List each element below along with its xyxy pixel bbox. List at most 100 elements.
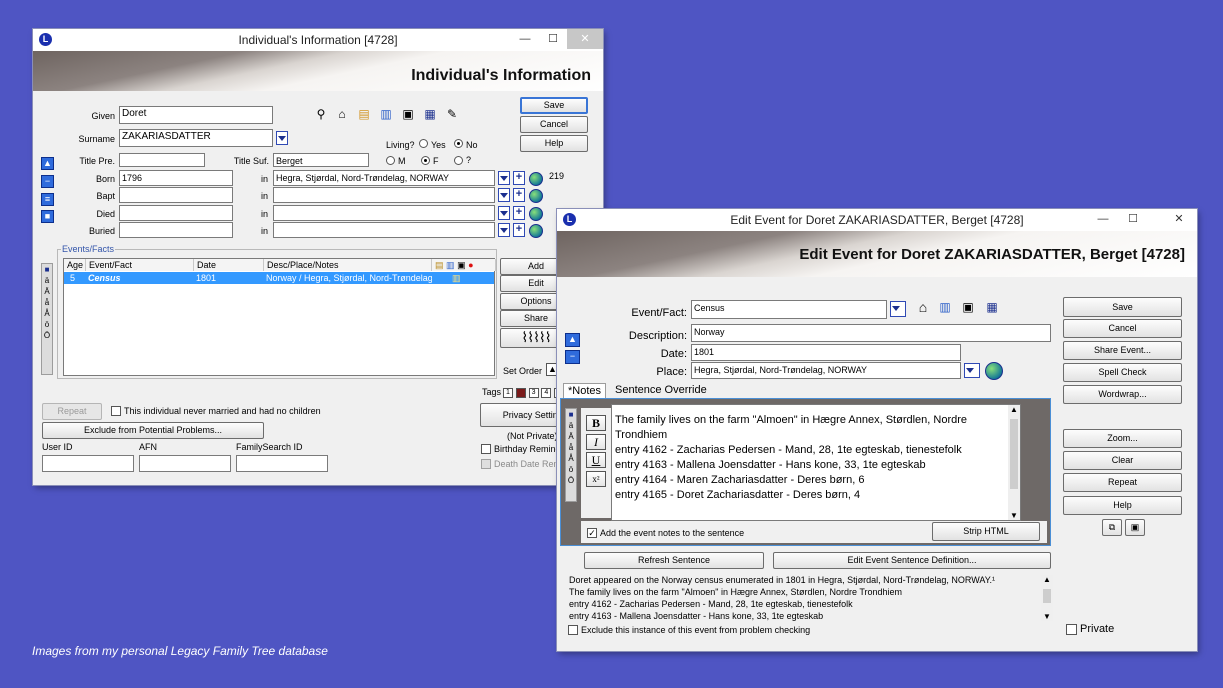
buried-globe-icon[interactable] — [529, 224, 543, 238]
familysearch-input[interactable] — [236, 455, 328, 472]
list-icon[interactable]: ≡ — [41, 193, 54, 206]
notes-textarea[interactable]: The family lives on the farm "Almoen" in… — [611, 404, 1021, 521]
born-globe-icon[interactable] — [529, 172, 543, 186]
zoom-button[interactable]: Zoom... — [1063, 429, 1182, 448]
died-add-icon[interactable]: + — [513, 206, 525, 220]
alpha-char[interactable]: ö — [42, 319, 52, 330]
photo-icon[interactable]: ▣ — [401, 107, 415, 121]
exclude-event-checkbox[interactable] — [568, 625, 578, 635]
stop-icon[interactable]: ■ — [41, 210, 54, 223]
born-place-dropdown[interactable] — [498, 171, 510, 185]
scroll-down-icon[interactable]: ▼ — [1008, 511, 1020, 520]
user-id-input[interactable] — [42, 455, 134, 472]
place-dropdown[interactable] — [964, 363, 980, 378]
buried-date-input[interactable] — [119, 222, 233, 238]
house-icon[interactable]: ⌂ — [335, 107, 349, 121]
private-checkbox[interactable] — [1066, 624, 1077, 635]
description-input[interactable]: Norway — [691, 324, 1051, 342]
born-add-icon[interactable]: + — [513, 171, 525, 185]
tag-1[interactable]: 1 — [503, 388, 513, 398]
bapt-add-icon[interactable]: + — [513, 188, 525, 202]
tag-3[interactable]: 3 — [528, 388, 539, 398]
alpha-char[interactable]: å — [566, 442, 576, 453]
place-globe-icon[interactable] — [985, 362, 1003, 380]
column-header-desc[interactable]: Desc/Place/Notes — [264, 259, 432, 271]
tag-4[interactable]: 4 — [541, 388, 552, 398]
died-place-input[interactable] — [273, 205, 495, 221]
scroll-down-icon[interactable]: ▼ — [1041, 612, 1053, 621]
column-header-event[interactable]: Event/Fact — [86, 259, 194, 271]
clear-button[interactable]: Clear — [1063, 451, 1182, 470]
repeat-button[interactable]: Repeat — [1063, 473, 1182, 492]
tab-notes[interactable]: *Notes — [563, 383, 607, 398]
sentence-scrollbar[interactable]: ▲ ▼ — [1041, 575, 1053, 621]
house-icon[interactable]: ⌂ — [916, 300, 930, 314]
given-input[interactable]: Doret — [119, 106, 273, 124]
close-icon[interactable]: ✕ — [1161, 209, 1197, 229]
maximize-icon[interactable]: ☐ — [1119, 209, 1147, 229]
move-up-icon[interactable]: ▲ — [41, 157, 54, 170]
save-button[interactable]: Save — [1063, 297, 1182, 317]
tab-sentence-override[interactable]: Sentence Override — [611, 383, 711, 398]
books-icon[interactable]: ▥ — [938, 300, 952, 314]
wordwrap-button[interactable]: Wordwrap... — [1063, 385, 1182, 404]
alpha-char[interactable]: Ö — [566, 475, 576, 486]
calendar-icon[interactable]: ▦ — [423, 107, 437, 121]
maximize-icon[interactable]: ☐ — [539, 29, 567, 49]
scroll-up-icon[interactable]: ▲ — [1041, 575, 1053, 584]
spell-check-button[interactable]: Spell Check — [1063, 363, 1182, 382]
table-row[interactable]: 5 Census 1801 Norway / Hegra, Stjørdal, … — [64, 272, 494, 284]
copy-icon[interactable]: ⧉ — [1102, 519, 1122, 536]
place-input[interactable]: Hegra, Stjørdal, Nord-Trøndelag, NORWAY — [691, 362, 961, 379]
bapt-date-input[interactable] — [119, 187, 233, 203]
binoculars-icon[interactable]: ⚲ — [314, 107, 328, 121]
italic-button[interactable]: I — [586, 434, 606, 450]
save-button[interactable]: Save — [520, 97, 588, 114]
surname-input[interactable]: ZAKARIASDATTER — [119, 129, 273, 147]
edit-sentence-definition-button[interactable]: Edit Event Sentence Definition... — [773, 552, 1051, 569]
alpha-char[interactable]: ä — [42, 275, 52, 286]
underline-button[interactable]: U — [586, 452, 606, 468]
event-fact-input[interactable]: Census — [691, 300, 887, 319]
living-no-radio[interactable] — [454, 139, 463, 148]
afn-input[interactable] — [139, 455, 231, 472]
books-icon[interactable]: ▥ — [379, 107, 393, 121]
died-date-input[interactable] — [119, 205, 233, 221]
buried-add-icon[interactable]: + — [513, 223, 525, 237]
title-suf-input[interactable]: Berget — [273, 153, 369, 167]
help-button[interactable]: Help — [1063, 496, 1182, 515]
repeat-button[interactable]: Repeat — [42, 403, 102, 420]
bold-button[interactable]: B — [586, 415, 606, 431]
sex-m-radio[interactable] — [386, 156, 395, 165]
paste-icon[interactable]: ▣ — [1125, 519, 1145, 536]
exclude-problems-button[interactable]: Exclude from Potential Problems... — [42, 422, 264, 439]
title-pre-input[interactable] — [119, 153, 205, 167]
surname-dropdown[interactable] — [276, 131, 288, 145]
move-up-icon[interactable]: ▲ — [565, 333, 580, 347]
share-event-button[interactable]: Share Event... — [1063, 341, 1182, 360]
minus-icon[interactable]: − — [565, 350, 580, 364]
strip-html-button[interactable]: Strip HTML — [932, 522, 1040, 541]
buried-place-input[interactable] — [273, 222, 495, 238]
alpha-char[interactable]: Ä — [42, 286, 52, 297]
column-header-date[interactable]: Date — [194, 259, 264, 271]
minimize-icon[interactable]: — — [511, 29, 539, 49]
bapt-place-dropdown[interactable] — [498, 188, 510, 202]
help-button[interactable]: Help — [520, 135, 588, 152]
sex-f-radio[interactable] — [421, 156, 430, 165]
close-icon[interactable]: ✕ — [567, 29, 603, 49]
superscript-button[interactable]: x² — [586, 471, 606, 487]
event-fact-dropdown[interactable] — [890, 301, 906, 317]
cancel-button[interactable]: Cancel — [520, 116, 588, 133]
died-place-dropdown[interactable] — [498, 206, 510, 220]
alpha-char[interactable]: Ö — [42, 330, 52, 341]
alpha-char[interactable]: ö — [566, 464, 576, 475]
tag-2[interactable]: 2 — [515, 388, 526, 398]
bapt-place-input[interactable] — [273, 187, 495, 203]
alpha-char[interactable]: Ä — [566, 431, 576, 442]
events-table[interactable]: Age Event/Fact Date Desc/Place/Notes ▤ ▥… — [63, 258, 496, 376]
scroll-thumb[interactable] — [1010, 419, 1018, 489]
born-place-input[interactable]: Hegra, Stjørdal, Nord-Trøndelag, NORWAY — [273, 170, 495, 186]
alpha-char[interactable]: Å — [42, 308, 52, 319]
never-married-checkbox[interactable] — [111, 406, 121, 416]
